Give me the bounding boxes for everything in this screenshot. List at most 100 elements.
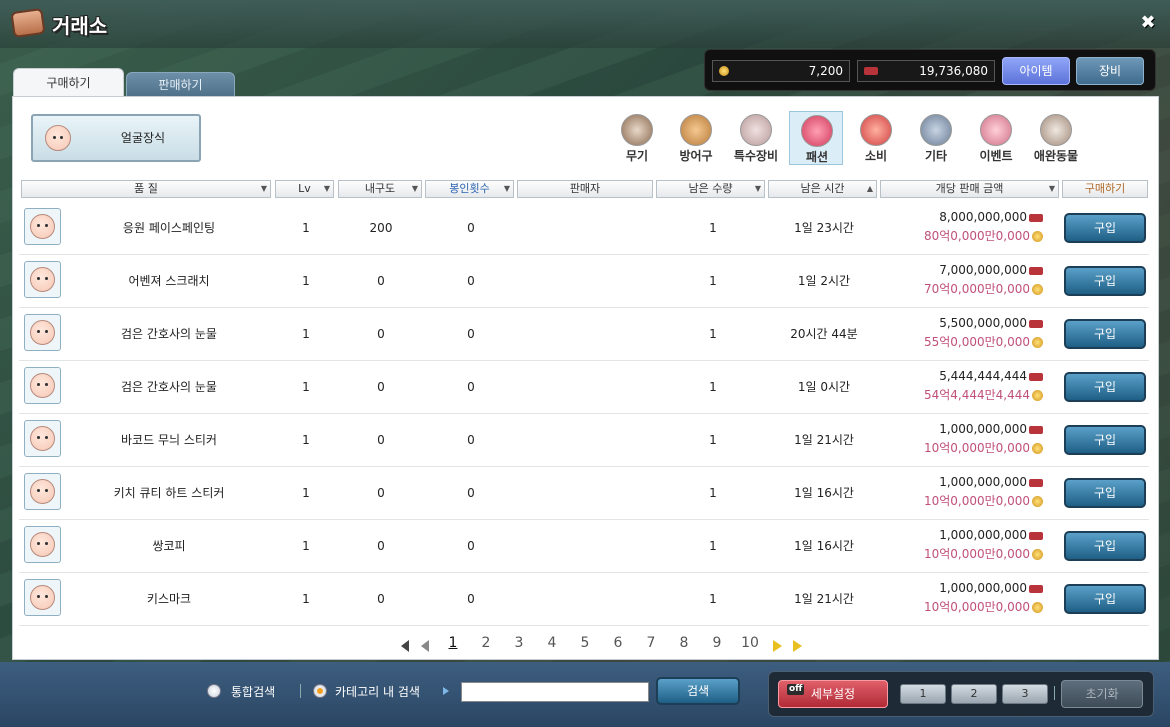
last-page-icon[interactable] [793,640,802,652]
event-ticket-icon [980,114,1012,146]
page-3[interactable]: 3 [507,635,531,651]
table-row[interactable]: 어벤져 스크래치 1 0 0 1 1일 2시간 7,000,000,000 70… [19,255,1149,308]
table-row[interactable]: 키치 큐티 하트 스티커 1 0 0 1 1일 16시간 1,000,000,0… [19,467,1149,520]
page-8[interactable]: 8 [672,635,696,651]
search-button[interactable]: 검색 [656,677,740,705]
item-slot [24,420,61,457]
table-row[interactable]: 검은 간호사의 눈물 1 0 0 1 1일 0시간 5,444,444,444 … [19,361,1149,414]
currency-bar: 7,200 19,736,080 아이템 장비 [704,49,1156,91]
column-quality-label: 품 질 [134,182,158,195]
column-time[interactable]: 남은 시간 ▲ [768,180,877,198]
buy-button[interactable]: 구입 [1064,372,1146,402]
buy-button[interactable]: 구입 [1064,531,1146,561]
item-name: 바코드 무늬 스티커 [121,433,217,447]
buy-button[interactable]: 구입 [1064,319,1146,349]
page-4[interactable]: 4 [540,635,564,651]
meso-coin-icon [1032,337,1043,348]
item-seal: 0 [467,221,475,235]
item-name: 검은 간호사의 눈물 [121,380,217,394]
meso-coin-icon [1032,390,1043,401]
face-accessory-icon [30,214,55,239]
preset-1-button[interactable]: 1 [900,684,946,704]
table-row[interactable]: 바코드 무늬 스티커 1 0 0 1 1일 21시간 1,000,000,000… [19,414,1149,467]
current-category-button[interactable]: 얼굴장식 [31,114,201,162]
category-fashion[interactable]: 패션 [789,111,843,165]
meso-coin-icon [1032,443,1043,454]
face-accessory-icon [45,125,71,151]
category-pet[interactable]: 애완동물 [1029,111,1083,165]
tab-buy[interactable]: 구매하기 [13,68,124,98]
next-page-icon[interactable] [773,640,782,652]
page-7[interactable]: 7 [639,635,663,651]
radio-category-search[interactable] [313,684,327,698]
page-1[interactable]: 1 [441,635,465,651]
category-special-equip[interactable]: 특수장비 [729,111,783,165]
item-mode-button[interactable]: 아이템 [1002,57,1070,85]
price-value: 1,000,000,000 [939,422,1027,436]
buy-button[interactable]: 구입 [1064,425,1146,455]
cash-tag-icon [1029,478,1043,487]
radio-all-search-label: 통합검색 [231,685,276,699]
column-qty[interactable]: 남은 수량 ▼ [656,180,765,198]
category-etc[interactable]: 기타 [909,111,963,165]
item-lv: 1 [302,592,310,606]
category-armor[interactable]: 방어구 [669,111,723,165]
equip-mode-button[interactable]: 장비 [1076,57,1144,85]
buy-button[interactable]: 구입 [1064,478,1146,508]
item-slot [24,526,61,563]
page-5[interactable]: 5 [573,635,597,651]
column-durability[interactable]: 내구도 ▼ [338,180,422,198]
price-kr-value: 55억0,000만0,000 [923,335,1030,349]
price-value: 1,000,000,000 [939,475,1027,489]
cash-tag-icon [1029,372,1043,381]
column-durability-label: 내구도 [364,182,396,195]
reset-button[interactable]: 초기화 [1061,680,1143,708]
advanced-settings-button[interactable]: off 세부설정 [778,680,888,708]
column-seller[interactable]: 판매자 [517,180,653,198]
preset-2-button[interactable]: 2 [951,684,997,704]
buy-button[interactable]: 구입 [1064,266,1146,296]
item-price: 1,000,000,000 [885,528,1043,542]
face-accessory-icon [30,479,55,504]
preset-3-button[interactable]: 3 [1002,684,1048,704]
table-row[interactable]: 응원 페이스페인팅 1 200 0 1 1일 23시간 8,000,000,00… [19,202,1149,255]
item-lv: 1 [302,327,310,341]
column-quality[interactable]: 품 질 ▼ [21,180,271,198]
item-name: 키스마크 [146,592,192,606]
tab-sell[interactable]: 판매하기 [126,72,235,98]
table-row[interactable]: 쌍코피 1 0 0 1 1일 16시간 1,000,000,000 10억0,0… [19,520,1149,573]
category-weapon[interactable]: 무기 [610,111,664,165]
column-seal[interactable]: 봉인횟수 ▼ [425,180,514,198]
meso-balance: 7,200 [712,60,850,82]
page-2[interactable]: 2 [474,635,498,651]
auction-house-icon [10,7,46,39]
cash-tag-icon [1029,584,1043,593]
price-kr-value: 10억0,000만0,000 [923,547,1030,561]
page-9[interactable]: 9 [705,635,729,651]
search-input[interactable] [461,682,649,702]
item-seal: 0 [467,274,475,288]
prev-page-icon[interactable] [421,640,429,652]
buy-button[interactable]: 구입 [1064,213,1146,243]
buy-button[interactable]: 구입 [1064,584,1146,614]
close-button[interactable]: ✖ [1137,12,1159,34]
column-lv[interactable]: Lv ▼ [275,180,334,198]
table-row[interactable]: 키스마크 1 0 0 1 1일 21시간 1,000,000,000 10억0,… [19,573,1149,626]
first-page-icon[interactable] [401,640,409,652]
item-price: 1,000,000,000 [885,475,1043,489]
radio-all-search[interactable] [207,684,221,698]
gear-wheel-icon [740,114,772,146]
window-title: 거래소 [52,14,108,38]
item-slot [24,579,61,616]
category-event[interactable]: 이벤트 [969,111,1023,165]
category-consumable[interactable]: 소비 [849,111,903,165]
item-lv: 1 [302,539,310,553]
cash-tag-icon [1029,213,1043,222]
page-6[interactable]: 6 [606,635,630,651]
page-10[interactable]: 10 [738,635,762,651]
column-price[interactable]: 개당 판매 금액 ▼ [880,180,1059,198]
item-time: 1일 23시간 [794,221,854,235]
dropdown-arrow-icon: ▼ [323,184,330,193]
cash-tag-icon [1029,319,1043,328]
table-row[interactable]: 검은 간호사의 눈물 1 0 0 1 20시간 44분 5,500,000,00… [19,308,1149,361]
